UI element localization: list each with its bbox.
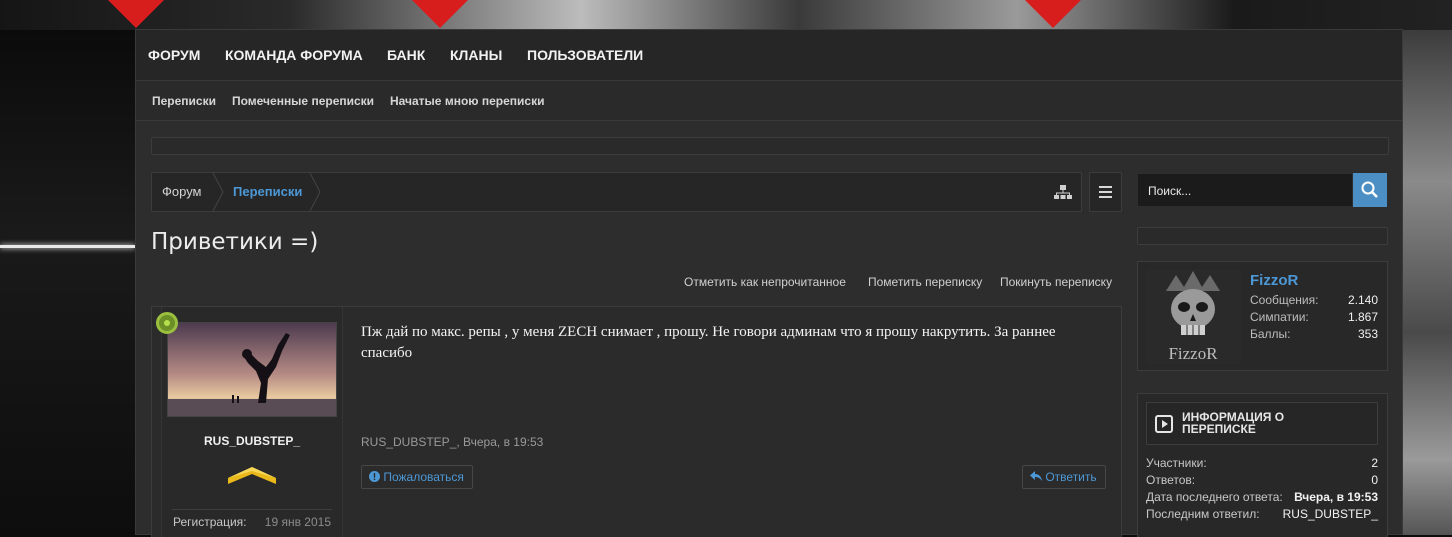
post-meta[interactable]: RUS_DUBSTEP_, Вчера, в 19:53 xyxy=(361,435,543,449)
leave-conversation-link[interactable]: Покинуть переписку xyxy=(1000,275,1112,289)
reply-label: Ответить xyxy=(1045,470,1097,484)
breadcrumb-item-forum[interactable]: Форум xyxy=(162,184,202,199)
stat-label: Симпатии: xyxy=(1250,310,1309,324)
info-label: Дата последнего ответа: xyxy=(1146,490,1283,504)
star-conversation-link[interactable]: Пометить переписку xyxy=(868,275,982,289)
profile-avatar-image: FizzoR xyxy=(1146,269,1241,364)
nav-item-forum[interactable]: ФОРУМ xyxy=(148,47,200,63)
search-icon xyxy=(1361,181,1378,198)
profile-avatar[interactable]: FizzoR xyxy=(1146,269,1241,364)
visitor-panel: FizzoR FizzoR Сообщения: 2.140 Симпатии:… xyxy=(1137,261,1388,371)
breadcrumb-item-conversations[interactable]: Переписки xyxy=(233,184,302,199)
subnav-starred[interactable]: Помеченные переписки xyxy=(232,94,374,108)
info-value[interactable]: RUS_DUBSTEP_ xyxy=(1283,507,1378,521)
message-text: Пж дай по макс. репы , у меня ZECH снима… xyxy=(361,324,1056,361)
profile-username[interactable]: FizzoR xyxy=(1250,272,1298,289)
play-square-icon xyxy=(1155,415,1173,433)
breadcrumb-separator-icon xyxy=(309,173,321,211)
stat-label: Баллы: xyxy=(1250,327,1291,341)
search-button[interactable] xyxy=(1353,173,1387,207)
message-user-block: RUS_DUBSTEP_ Регистрация: 19 янв 2015 xyxy=(156,307,343,537)
sidebar-notice-bar xyxy=(1137,227,1388,245)
post-username[interactable]: RUS_DUBSTEP_ xyxy=(162,434,342,448)
registration-value: 19 янв 2015 xyxy=(264,515,331,529)
info-value: 0 xyxy=(1371,473,1378,487)
background-right xyxy=(1403,30,1452,535)
main-nav: ФОРУМ КОМАНДА ФОРУМА БАНК КЛАНЫ ПОЛЬЗОВА… xyxy=(136,30,1402,81)
subnav-conversations[interactable]: Переписки xyxy=(152,94,216,108)
conversation-info-header: ИНФОРМАЦИЯ О ПЕРЕПИСКЕ xyxy=(1146,402,1378,445)
mark-unread-link[interactable]: Отметить как непрочитанное xyxy=(684,275,846,289)
breadcrumb: Форум Переписки xyxy=(151,172,1082,212)
stat-value: 2.140 xyxy=(1347,293,1378,307)
registration-label: Регистрация: xyxy=(173,515,247,529)
info-label: Участники: xyxy=(1146,456,1207,470)
report-button[interactable]: Пожаловаться xyxy=(361,465,473,489)
info-value: Вчера, в 19:53 xyxy=(1294,490,1378,504)
notice-bar xyxy=(151,137,1389,155)
nav-item-bank[interactable]: БАНК xyxy=(387,47,425,63)
search-input[interactable]: Поиск... xyxy=(1137,173,1353,207)
background-left xyxy=(0,30,135,535)
user-avatar[interactable] xyxy=(167,322,337,417)
stat-label: Сообщения: xyxy=(1250,293,1319,307)
info-label: Ответов: xyxy=(1146,473,1196,487)
online-status-indicator xyxy=(156,312,178,334)
conversation-info-panel: ИНФОРМАЦИЯ О ПЕРЕПИСКЕ Участники: 2 Отве… xyxy=(1137,393,1388,537)
sitemap-icon[interactable] xyxy=(1044,173,1082,211)
report-label: Пожаловаться xyxy=(383,470,464,484)
menu-button[interactable] xyxy=(1089,172,1122,212)
stat-value: 353 xyxy=(1357,327,1378,341)
breadcrumb-separator-icon xyxy=(212,173,224,211)
user-block-divider xyxy=(172,509,332,510)
hamburger-icon xyxy=(1099,186,1112,198)
subnav-started[interactable]: Начатые мною переписки xyxy=(390,94,544,108)
nav-item-team[interactable]: КОМАНДА ФОРУМА xyxy=(225,47,363,63)
conversation-info-title: ИНФОРМАЦИЯ О ПЕРЕПИСКЕ xyxy=(1182,410,1285,436)
page-container: ФОРУМ КОМАНДА ФОРУМА БАНК КЛАНЫ ПОЛЬЗОВА… xyxy=(135,29,1403,537)
rank-chevron-icon xyxy=(228,467,276,484)
info-label: Последним ответил: xyxy=(1146,507,1260,521)
profile-avatar-caption: FizzoR xyxy=(1168,344,1218,363)
avatar-image xyxy=(168,323,336,416)
reply-button[interactable]: Ответить xyxy=(1022,465,1106,489)
banner-red-triangle xyxy=(108,0,164,28)
nav-item-clans[interactable]: КЛАНЫ xyxy=(450,47,502,63)
nav-item-users[interactable]: ПОЛЬЗОВАТЕЛИ xyxy=(527,47,643,63)
banner-red-triangle xyxy=(412,0,468,28)
info-circle-icon xyxy=(369,471,380,482)
banner-red-triangle xyxy=(1025,0,1081,28)
header-banner xyxy=(0,0,1452,30)
background-light-streak xyxy=(0,245,135,248)
page-title: Приветики =) xyxy=(151,229,319,255)
reply-icon xyxy=(1030,471,1042,481)
message-post: RUS_DUBSTEP_ Регистрация: 19 янв 2015 Пж… xyxy=(151,306,1122,537)
stat-value: 1.867 xyxy=(1347,310,1378,324)
info-value: 2 xyxy=(1371,456,1378,470)
search-placeholder: Поиск... xyxy=(1148,184,1192,198)
sub-nav: Переписки Помеченные переписки Начатые м… xyxy=(136,81,1402,121)
